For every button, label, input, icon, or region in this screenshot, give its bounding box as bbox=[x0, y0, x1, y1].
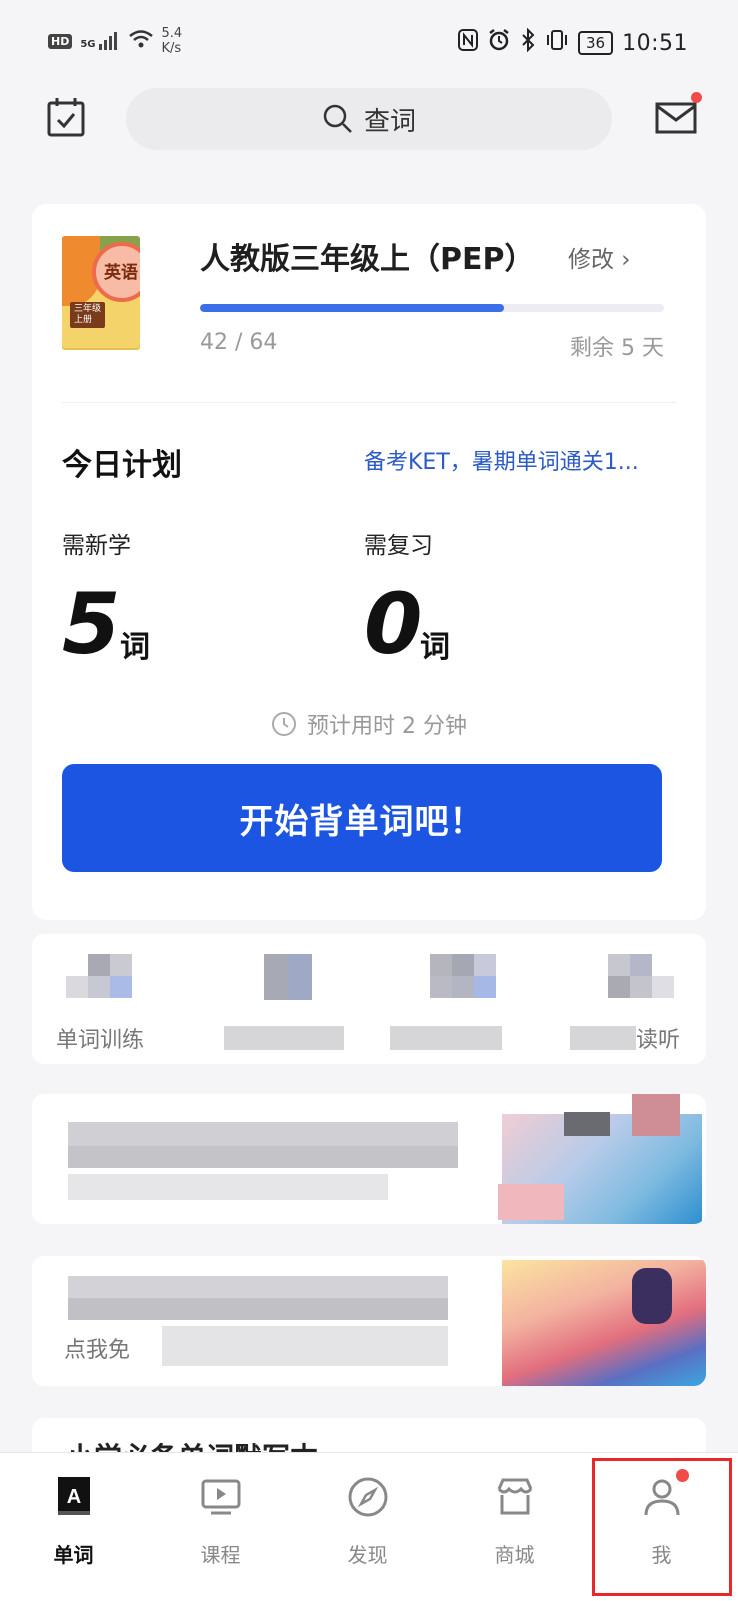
net-speed: 5.4 K/s bbox=[162, 26, 183, 56]
new-words-unit: 词 bbox=[120, 630, 150, 665]
blurred-label bbox=[390, 1026, 502, 1050]
edit-book-link[interactable]: 修改 › bbox=[568, 240, 631, 274]
study-card: 英语 三年级 上册 人教版三年级上（PEP） 修改 › 42 / 64 剩余 5… bbox=[32, 204, 706, 920]
plan-link[interactable]: 备考KET，暑期单词通关1... bbox=[364, 444, 660, 476]
nfc-icon bbox=[458, 29, 478, 57]
blurred-text bbox=[68, 1122, 458, 1146]
svg-text:A: A bbox=[66, 1486, 80, 1508]
book-title: 人教版三年级上（PEP） bbox=[200, 242, 535, 277]
new-words-count: 5 bbox=[62, 575, 121, 673]
clock: 10:51 bbox=[622, 30, 688, 56]
store-icon bbox=[497, 1478, 532, 1515]
progress-count: 42 / 64 bbox=[200, 330, 278, 355]
blurred-text bbox=[162, 1326, 448, 1366]
cover-title: 英语 bbox=[104, 263, 138, 283]
banner-illustration-detail bbox=[564, 1112, 610, 1136]
vibrate-icon bbox=[545, 29, 569, 57]
tab-label: 课程 bbox=[200, 1543, 241, 1567]
cover-grade: 三年级 上册 bbox=[70, 302, 106, 328]
banner-illustration-detail bbox=[632, 1268, 672, 1324]
bottom-tab-bar: A 单词 课程 发现 商城 我 bbox=[0, 1452, 738, 1601]
tab-discover[interactable]: 发现 bbox=[294, 1453, 441, 1601]
calendar-check-icon bbox=[47, 98, 85, 137]
feature-tile-label: 读听 bbox=[636, 1028, 681, 1053]
blurred-label bbox=[570, 1026, 636, 1050]
word-book-icon: A bbox=[57, 1477, 90, 1515]
search-placeholder: 查词 bbox=[363, 106, 416, 137]
net-speed-unit: K/s bbox=[161, 41, 182, 56]
feature-tile-4[interactable]: 读听 bbox=[546, 934, 696, 1064]
tab-me[interactable]: 我 bbox=[588, 1453, 735, 1601]
feature-tile-label: 单词训练 bbox=[56, 1028, 145, 1053]
tab-store[interactable]: 商城 bbox=[441, 1453, 588, 1601]
start-learning-button[interactable]: 开始背单词吧！ bbox=[62, 764, 662, 872]
alarm-icon bbox=[487, 28, 511, 58]
calendar-check-button[interactable] bbox=[46, 96, 86, 138]
mail-button[interactable] bbox=[654, 92, 702, 138]
search-icon bbox=[323, 104, 352, 133]
video-course-icon bbox=[201, 1479, 240, 1515]
compass-icon bbox=[348, 1477, 387, 1517]
signal-icon: 5G bbox=[80, 32, 119, 50]
status-left: HD 5G 5.4 K/s bbox=[48, 26, 182, 56]
tab-label: 发现 bbox=[347, 1543, 388, 1567]
review-words-count: 0 bbox=[364, 575, 423, 673]
tab-label: 我 bbox=[651, 1543, 672, 1567]
feature-tile-2[interactable] bbox=[202, 934, 352, 1064]
banner-label: 点我免 bbox=[64, 1338, 131, 1363]
wifi-icon bbox=[128, 29, 154, 53]
promo-banner-1[interactable] bbox=[32, 1094, 706, 1224]
feature-tiles: 单词训练 读听 bbox=[32, 934, 706, 1064]
review-words-unit: 词 bbox=[420, 630, 450, 665]
blurred-text bbox=[68, 1298, 448, 1320]
promo-banner-2[interactable]: 点我免 bbox=[32, 1256, 706, 1386]
feature-tile-3[interactable] bbox=[368, 934, 518, 1064]
book-progress-bar bbox=[200, 304, 664, 312]
blurred-text bbox=[68, 1174, 388, 1200]
notification-dot bbox=[676, 1469, 689, 1482]
feature-tile-icon bbox=[250, 954, 312, 1002]
book-progress-fill bbox=[200, 304, 505, 312]
book-cover[interactable]: 英语 三年级 上册 bbox=[62, 236, 140, 348]
blurred-label bbox=[224, 1026, 344, 1050]
net-speed-value: 5.4 bbox=[161, 26, 183, 41]
tab-label: 单词 bbox=[53, 1543, 94, 1567]
mail-unread-dot bbox=[691, 92, 702, 103]
plan-title: 今日计划 bbox=[62, 448, 182, 483]
banner-illustration-detail bbox=[632, 1094, 680, 1136]
cover-volume-text: 上册 bbox=[74, 315, 93, 325]
feature-tile-icon bbox=[66, 954, 140, 1002]
blurred-text bbox=[68, 1146, 458, 1168]
signal-label: 5G bbox=[80, 39, 96, 50]
blurred-text bbox=[68, 1276, 448, 1298]
divider bbox=[62, 402, 676, 403]
feature-tile-1[interactable]: 单词训练 bbox=[32, 934, 182, 1064]
tab-courses[interactable]: 课程 bbox=[147, 1453, 294, 1601]
bluetooth-icon bbox=[520, 27, 536, 58]
tab-words[interactable]: A 单词 bbox=[0, 1453, 147, 1601]
time-estimate-text: 预计用时 2 分钟 bbox=[307, 714, 467, 739]
time-estimate: 预计用时 2 分钟 bbox=[32, 708, 706, 740]
mail-icon bbox=[655, 102, 697, 134]
remaining-days: 剩余 5 天 bbox=[570, 336, 664, 361]
clock-icon bbox=[272, 712, 296, 736]
hd-badge: HD bbox=[48, 33, 73, 49]
status-bar: HD 5G 5.4 K/s 36 10:51 bbox=[0, 0, 738, 84]
banner-illustration-detail bbox=[498, 1184, 564, 1220]
top-bar: 查词 bbox=[0, 84, 738, 174]
person-icon bbox=[644, 1479, 679, 1516]
banner-illustration bbox=[502, 1260, 706, 1386]
tab-label: 商城 bbox=[494, 1543, 535, 1567]
feature-tile-icon bbox=[416, 954, 496, 1002]
search-input[interactable]: 查词 bbox=[126, 88, 612, 150]
cover-grade-text: 三年级 bbox=[74, 304, 102, 314]
status-right: 36 10:51 bbox=[458, 27, 688, 58]
battery-indicator: 36 bbox=[578, 31, 614, 55]
feature-tile-icon bbox=[594, 954, 674, 1002]
review-words-label: 需复习 bbox=[364, 533, 433, 559]
new-words-label: 需新学 bbox=[62, 533, 131, 559]
